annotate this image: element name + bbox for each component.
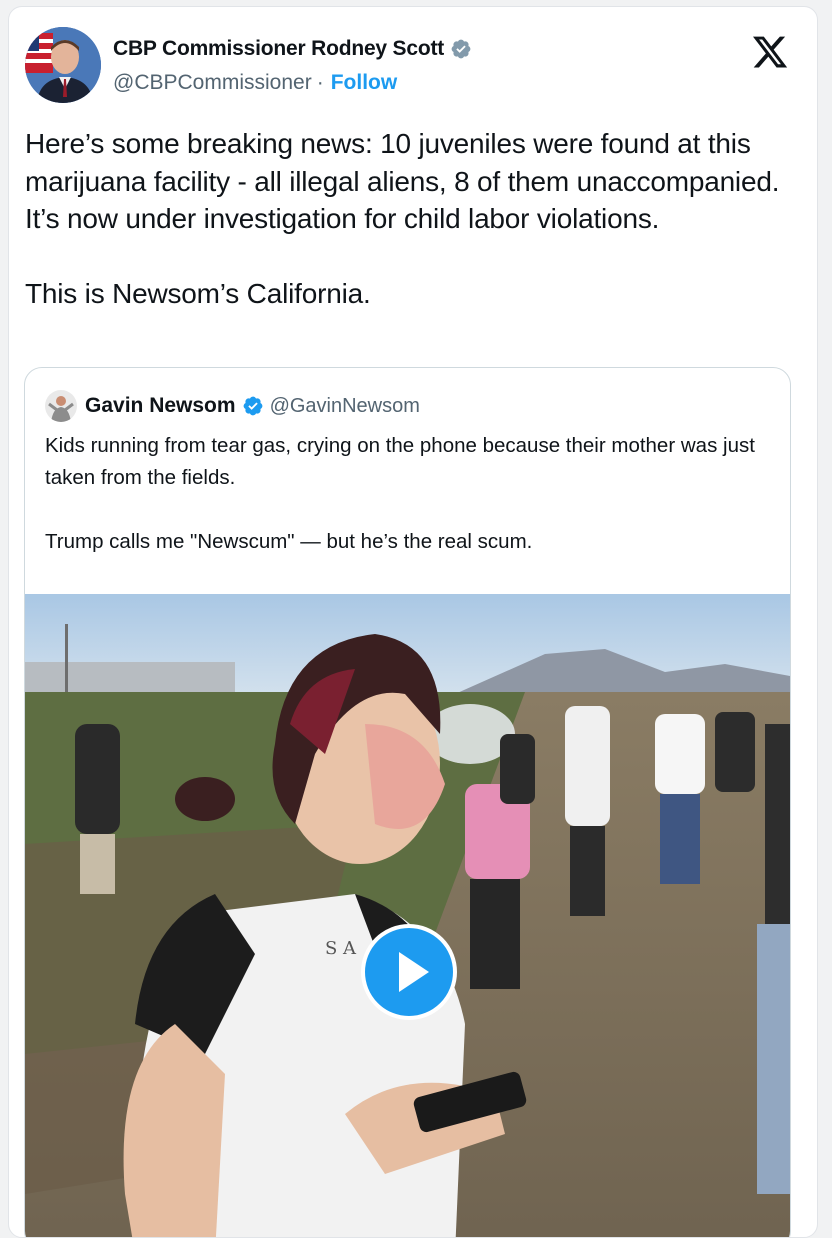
follow-button[interactable]: Follow — [331, 71, 398, 95]
author-display-name[interactable]: CBP Commissioner Rodney Scott — [113, 37, 444, 61]
author-name-row: CBP Commissioner Rodney Scott — [113, 37, 472, 61]
play-icon[interactable] — [361, 924, 457, 1020]
author-avatar[interactable] — [25, 27, 101, 103]
tweet-card: CBP Commissioner Rodney Scott @CBPCommis… — [8, 6, 818, 1238]
video-thumbnail[interactable]: S A — [25, 594, 790, 1237]
tweet-header: CBP Commissioner Rodney Scott @CBPCommis… — [23, 27, 803, 107]
svg-text:S A: S A — [325, 938, 357, 959]
quoted-tweet[interactable]: Gavin Newsom @GavinNewsom Kids running f… — [24, 367, 791, 1237]
verified-badge-icon — [451, 39, 471, 59]
quoted-text: Kids running from tear gas, crying on th… — [45, 434, 755, 553]
quoted-avatar[interactable] — [45, 390, 77, 422]
quoted-display-name[interactable]: Gavin Newsom — [85, 394, 236, 418]
tweet-text: Here’s some breaking news: 10 juveniles … — [25, 128, 780, 309]
quoted-handle[interactable]: @GavinNewsom — [270, 395, 420, 418]
x-logo-icon[interactable] — [751, 33, 789, 71]
separator-dot: · — [316, 71, 324, 94]
video-frame: S A — [25, 594, 790, 1237]
quoted-header: Gavin Newsom @GavinNewsom — [45, 390, 420, 422]
author-handle[interactable]: @CBPCommissioner — [113, 71, 312, 95]
author-handle-row: @CBPCommissioner · Follow — [113, 71, 397, 95]
verified-badge-icon — [243, 396, 262, 416]
